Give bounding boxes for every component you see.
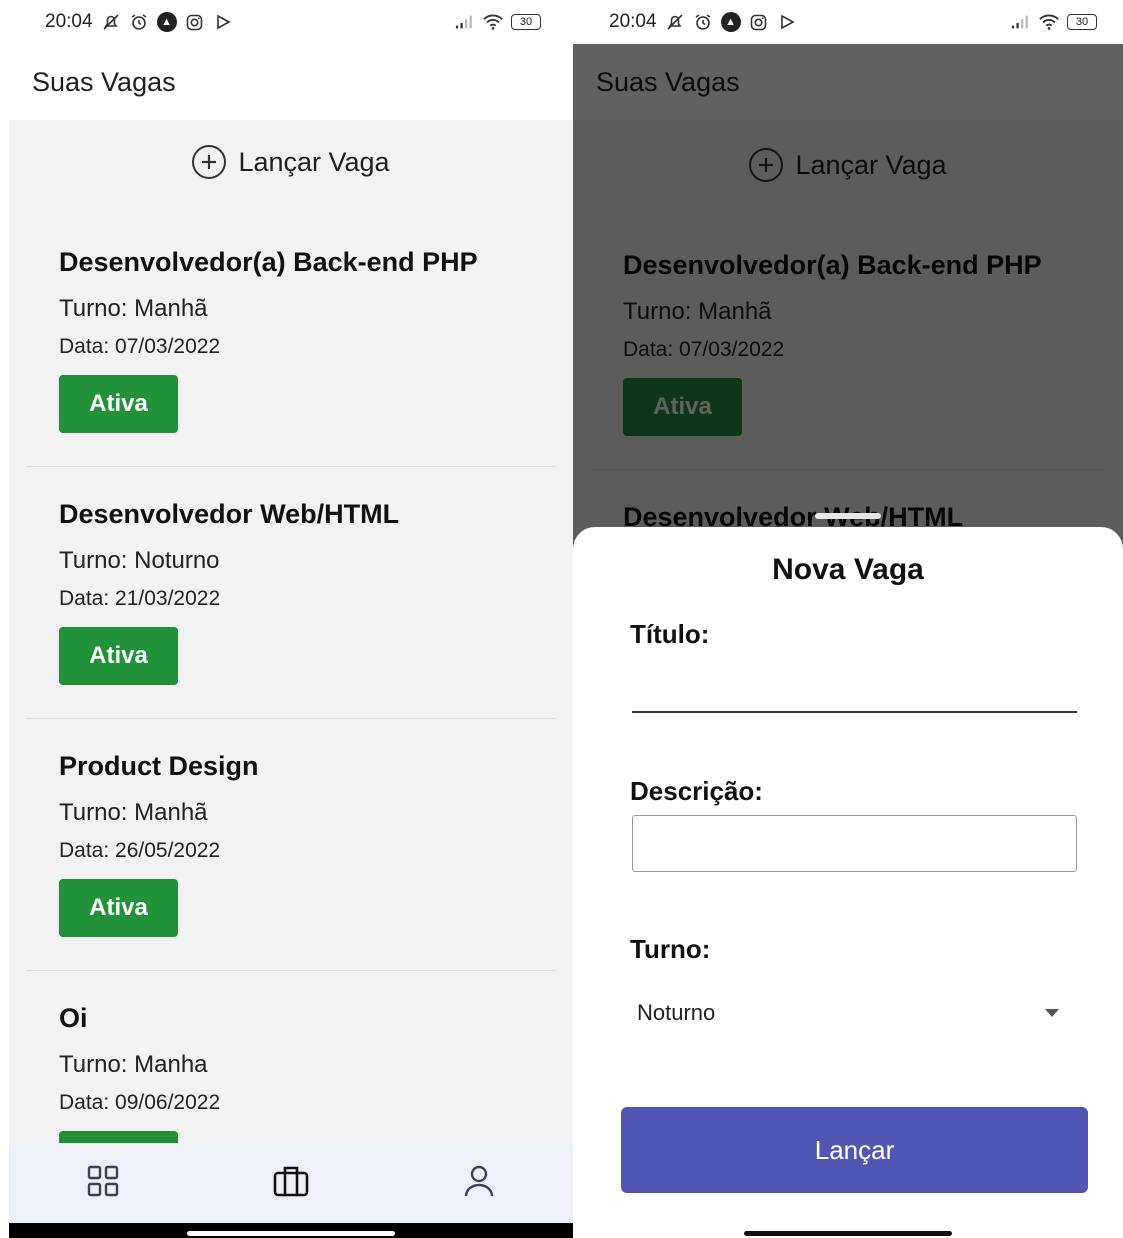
job-shift: Turno: Noturno	[59, 547, 220, 574]
title-input[interactable]	[632, 675, 1077, 713]
nav-profile[interactable]	[449, 1153, 509, 1213]
job-title: Desenvolvedor Web/HTML	[59, 499, 400, 529]
job-shift: Turno: Manhã	[59, 799, 208, 826]
modal-drag-handle[interactable]	[815, 513, 881, 519]
job-date: Data: 26/05/2022	[59, 839, 221, 862]
plus-circle-icon	[192, 145, 227, 179]
status-bar: 20:04 ▲ 30	[9, 0, 573, 44]
status-right: 30	[1011, 12, 1097, 32]
job-list: Desenvolvedor(a) Back-end PHP Turno: Man…	[26, 215, 556, 1223]
description-input[interactable]	[632, 815, 1077, 872]
instagram-icon	[185, 12, 205, 32]
play-store-icon	[777, 12, 797, 32]
status-time: 20:04	[609, 11, 657, 32]
muted-bell-icon	[101, 12, 121, 32]
job-card[interactable]: Product Design Turno: Manhã Data: 26/05/…	[26, 719, 556, 971]
submit-job-button[interactable]: Lançar	[621, 1107, 1088, 1193]
alarm-icon	[129, 12, 149, 32]
wifi-icon	[1039, 12, 1059, 32]
home-indicator[interactable]	[744, 1231, 952, 1236]
home-indicator[interactable]	[187, 1231, 395, 1236]
app-notification-icon: ▲	[156, 12, 177, 32]
description-field-label: Descrição:	[630, 776, 763, 806]
alarm-icon	[693, 12, 713, 32]
status-left: 20:04 ▲	[609, 11, 797, 33]
phone-right: 20:04 ▲ 30 Suas Vagas	[573, 0, 1123, 1238]
battery-icon: 30	[1067, 14, 1097, 30]
page-title: Suas Vagas	[32, 66, 176, 97]
battery-icon: 30	[511, 14, 541, 30]
signal-icon	[455, 12, 475, 32]
status-bar: 20:04 ▲ 30	[573, 0, 1123, 44]
caret-down-icon	[1045, 1009, 1059, 1017]
job-date: Data: 21/03/2022	[59, 587, 221, 610]
wifi-icon	[483, 12, 503, 32]
job-date: Data: 09/06/2022	[59, 1091, 221, 1114]
signal-icon	[1011, 12, 1031, 32]
submit-job-label: Lançar	[814, 1134, 895, 1165]
modal-title: Nova Vaga	[772, 553, 924, 586]
launch-job-label: Lançar Vaga	[238, 146, 390, 177]
job-card[interactable]: Desenvolvedor Web/HTML Turno: Noturno Da…	[26, 467, 556, 719]
status-badge[interactable]: Ativa	[59, 627, 178, 685]
job-shift: Turno: Manha	[59, 1051, 208, 1078]
new-job-modal: Nova Vaga Título: Descrição: Turno: Notu…	[573, 513, 1123, 1238]
play-store-icon	[213, 12, 233, 32]
launch-job-button[interactable]: Lançar Vaga	[9, 140, 573, 184]
job-title: Oi	[59, 1003, 88, 1033]
muted-bell-icon	[665, 12, 685, 32]
status-time: 20:04	[45, 11, 93, 32]
shift-select[interactable]: Noturno	[632, 993, 1077, 1033]
status-badge[interactable]: Ativa	[59, 879, 178, 937]
app-header: Suas Vagas	[9, 44, 573, 120]
title-field-label: Título:	[630, 619, 710, 649]
grid-icon	[86, 1164, 120, 1203]
phone-left: 20:04 ▲ 30 Suas Vagas Lançar Vaga Desenv…	[9, 0, 573, 1238]
instagram-icon	[749, 12, 769, 32]
job-shift: Turno: Manhã	[59, 295, 208, 322]
job-date: Data: 07/03/2022	[59, 335, 221, 358]
app-notification-icon: ▲	[720, 12, 741, 32]
system-nav-bar	[9, 1223, 573, 1238]
status-left: 20:04 ▲	[45, 11, 233, 33]
bottom-nav	[9, 1143, 573, 1223]
job-title: Desenvolvedor(a) Back-end PHP	[59, 247, 478, 277]
user-icon	[463, 1164, 495, 1203]
job-title: Product Design	[59, 751, 259, 781]
status-badge[interactable]: Ativa	[59, 375, 178, 433]
nav-dashboard[interactable]	[73, 1153, 133, 1213]
job-card[interactable]: Desenvolvedor(a) Back-end PHP Turno: Man…	[26, 215, 556, 467]
status-right: 30	[455, 12, 541, 32]
briefcase-icon	[272, 1164, 310, 1203]
shift-selected-value: Noturno	[637, 1000, 716, 1025]
nav-jobs[interactable]	[261, 1153, 321, 1213]
shift-field-label: Turno:	[630, 934, 711, 964]
